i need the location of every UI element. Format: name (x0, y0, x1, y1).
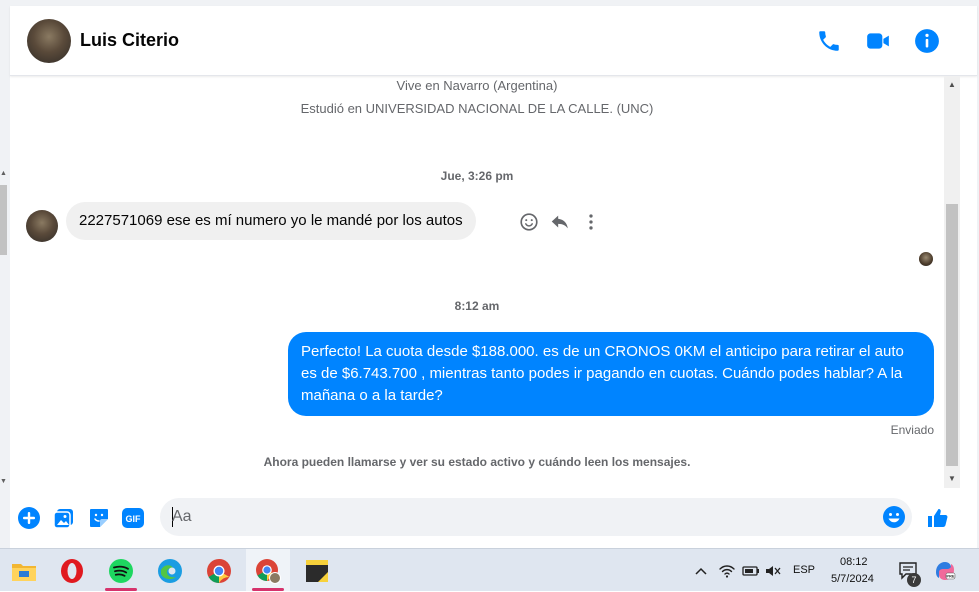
react-emoji-icon[interactable] (518, 211, 540, 233)
contact-avatar-small[interactable] (26, 210, 58, 242)
notification-badge: 7 (907, 573, 921, 587)
spotify-icon (109, 558, 133, 583)
battery-icon[interactable] (740, 563, 760, 579)
message-input[interactable] (170, 498, 870, 536)
svg-text:GIF: GIF (126, 514, 142, 524)
taskbar-sticky-notes[interactable] (295, 549, 339, 592)
video-camera-icon[interactable] (865, 28, 891, 54)
profile-studied-at: Estudió en UNIVERSIDAD NACIONAL DE LA CA… (300, 101, 654, 116)
volume-muted-icon[interactable] (764, 563, 782, 579)
time-separator: Jue, 3:26 pm (440, 169, 514, 183)
left-scroll-down-arrow[interactable]: ▼ (0, 478, 7, 488)
chrome-profile-icon (256, 558, 281, 584)
conversation-area[interactable]: Vive en Navarro (Argentina) Estudió en U… (10, 76, 944, 488)
outgoing-message-bubble[interactable]: Perfecto! La cuota desde $188.000. es de… (288, 332, 934, 416)
photo-icon[interactable] (52, 506, 76, 530)
taskbar-edge[interactable] (148, 549, 192, 592)
incoming-message-bubble[interactable]: 2227571069 ese es mí numero yo le mandé … (66, 202, 476, 240)
contact-avatar[interactable] (27, 19, 71, 63)
taskbar-chrome-profile[interactable] (246, 549, 290, 592)
clock-time[interactable]: 08:12 (840, 556, 868, 568)
emoji-icon[interactable] (882, 505, 906, 529)
taskbar-chrome[interactable] (197, 549, 241, 592)
language-indicator[interactable]: ESP (793, 564, 815, 576)
plus-icon[interactable] (17, 506, 41, 530)
left-scroll-thumb[interactable] (0, 185, 7, 255)
chat-panel: Luis Citerio Vive en Navarro (Argentina)… (10, 6, 977, 548)
copilot-icon[interactable]: PRE (934, 560, 956, 582)
taskbar-file-explorer[interactable] (2, 549, 46, 592)
profile-lives-in: Vive en Navarro (Argentina) (396, 78, 558, 93)
read-receipt-avatar (919, 252, 933, 266)
messenger-window: ▲ ▼ Luis Citerio Vive en Navarro (Argent… (0, 0, 979, 548)
like-icon[interactable] (926, 506, 950, 530)
message-input-wrapper[interactable] (160, 498, 912, 536)
left-scroll-up-arrow[interactable]: ▲ (0, 170, 7, 180)
phone-icon[interactable] (816, 28, 842, 54)
opera-icon (61, 558, 83, 583)
contact-name[interactable]: Luis Citerio (80, 30, 179, 51)
scroll-up-arrow[interactable]: ▲ (947, 80, 957, 90)
sent-status: Enviado (890, 423, 934, 437)
file-explorer-icon (12, 563, 36, 581)
wifi-icon[interactable] (718, 562, 736, 580)
sticky-notes-icon (306, 559, 328, 582)
clock-date[interactable]: 5/7/2024 (831, 573, 874, 585)
reply-icon[interactable] (549, 211, 571, 233)
time-separator: 8:12 am (454, 299, 500, 313)
edge-icon (158, 558, 182, 583)
connection-notice: Ahora pueden llamarse y ver su estado ac… (263, 455, 691, 469)
svg-text:PRE: PRE (946, 574, 955, 579)
chevron-up-icon[interactable] (694, 564, 708, 578)
message-composer: GIF (10, 494, 977, 542)
taskbar-opera[interactable] (50, 549, 94, 592)
taskbar-spotify[interactable] (99, 549, 143, 592)
conversation-scrollbar[interactable]: ▲ ▼ (944, 76, 960, 488)
windows-taskbar: ESP 08:12 5/7/2024 7 PRE (0, 548, 979, 592)
sticker-icon[interactable] (87, 506, 111, 530)
scroll-down-arrow[interactable]: ▼ (947, 474, 957, 484)
scroll-thumb[interactable] (946, 204, 958, 466)
info-icon[interactable] (914, 28, 940, 54)
left-scroll-track[interactable] (0, 0, 10, 548)
more-options-icon[interactable] (580, 211, 602, 233)
gif-icon[interactable]: GIF (121, 506, 145, 530)
chat-header: Luis Citerio (10, 6, 977, 76)
chrome-icon (207, 558, 231, 583)
